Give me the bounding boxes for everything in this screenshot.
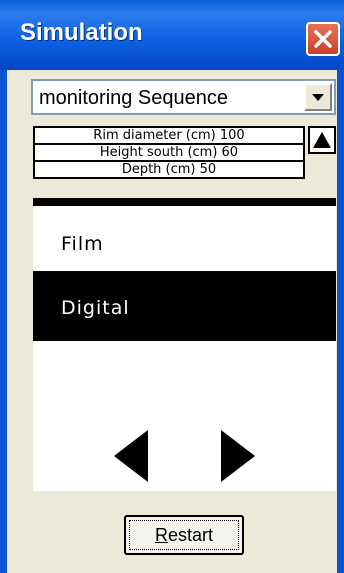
arrow-up-icon [313, 132, 331, 148]
dropdown-button[interactable] [304, 83, 332, 111]
sequence-select[interactable]: monitoring Sequence [31, 79, 336, 115]
restart-button[interactable]: Restart [124, 515, 244, 555]
parameter-depth[interactable]: Depth (cm) 50 [33, 160, 305, 179]
option-digital[interactable]: Digital [33, 271, 336, 341]
divider [33, 198, 336, 206]
simulation-window: Simulation monitoring Sequence Rim diame… [0, 0, 344, 573]
close-icon [314, 30, 332, 48]
option-film-label: Film [61, 233, 104, 255]
option-film[interactable]: Film [33, 206, 336, 271]
scroll-up-button[interactable] [308, 126, 336, 154]
option-digital-label: Digital [61, 297, 130, 319]
parameter-list: Rim diameter (cm) 100 Height south (cm) … [33, 126, 305, 179]
arrow-left-icon[interactable] [114, 430, 148, 482]
window-title: Simulation [20, 19, 143, 46]
restart-button-label: Restart [154, 525, 214, 545]
chevron-down-icon [312, 94, 324, 101]
title-bar: Simulation [0, 0, 344, 70]
window-frame-left [0, 70, 7, 573]
options-panel-empty [33, 341, 336, 491]
arrow-right-icon[interactable] [221, 430, 255, 482]
sequence-select-value: monitoring Sequence [39, 87, 229, 109]
close-button[interactable] [306, 22, 340, 56]
window-frame-right [337, 70, 344, 573]
